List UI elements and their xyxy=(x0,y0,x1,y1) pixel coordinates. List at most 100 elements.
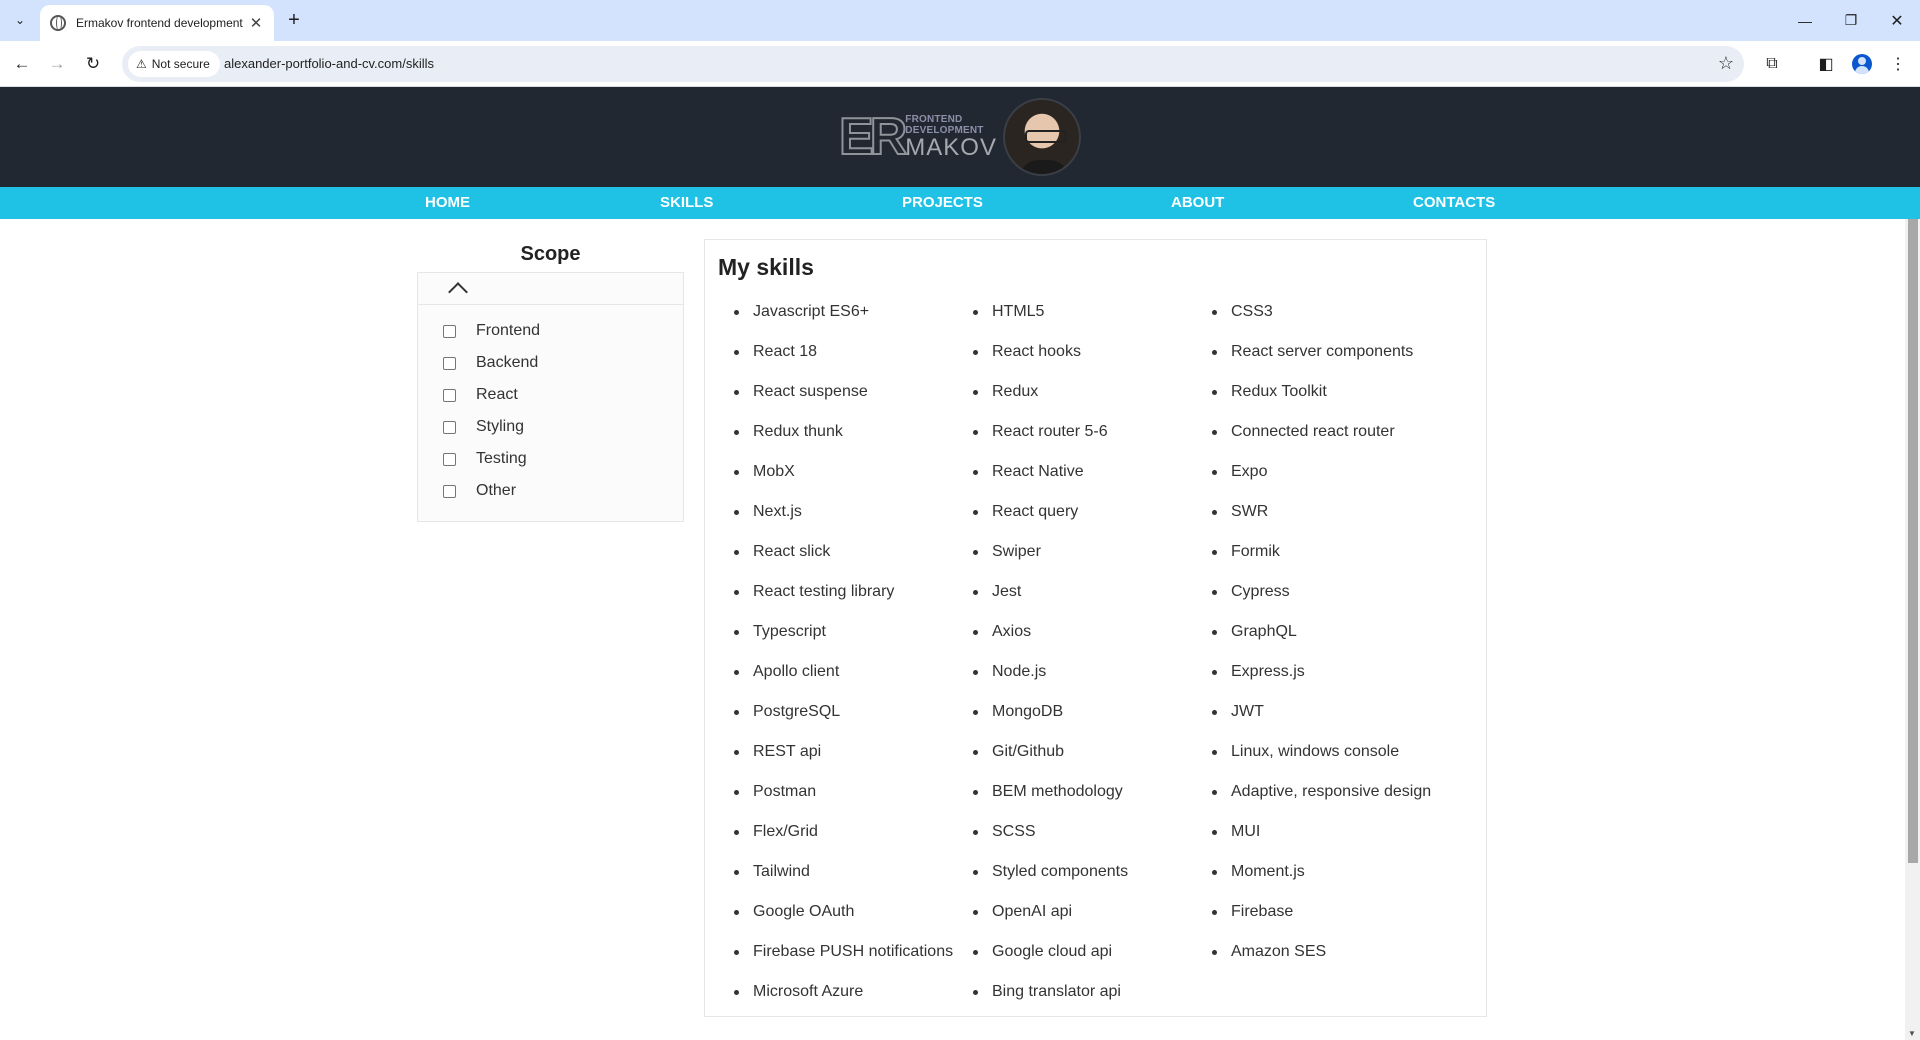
skill-item: Formik xyxy=(1205,532,1431,572)
skill-item: React hooks xyxy=(966,332,1128,372)
warning-triangle-icon: ⚠ xyxy=(136,57,147,71)
skills-column-3: CSS3 React server components Redux Toolkit… xyxy=(1205,292,1431,972)
close-tab-icon[interactable]: ✕ xyxy=(248,14,264,32)
reload-icon[interactable]: ↻ xyxy=(79,50,107,78)
browser-tab[interactable]: Ermakov frontend development ✕ xyxy=(40,5,274,41)
filter-checkbox[interactable] xyxy=(443,484,456,498)
filter-checkbox[interactable] xyxy=(443,388,456,402)
filter-label: Other xyxy=(476,482,517,499)
skill-item: GraphQL xyxy=(1205,612,1431,652)
main-nav: HOME SKILLS PROJECTS ABOUT CONTACTS xyxy=(0,187,1920,219)
filter-item[interactable]: Other xyxy=(418,475,683,507)
skill-item: MUI xyxy=(1205,812,1431,852)
skill-item: React testing library xyxy=(727,572,953,612)
skills-column-2: HTML5 React hooks Redux React router 5-6 Rea… xyxy=(966,292,1128,1012)
browser-toolbar: ← → ↻ ⚠ Not secure alexander-portfolio-a… xyxy=(0,41,1920,87)
skill-item: REST api xyxy=(727,732,953,772)
chevron-up-icon[interactable] xyxy=(431,277,468,302)
skill-item: Linux, windows console xyxy=(1205,732,1431,772)
skill-item: Swiper xyxy=(966,532,1128,572)
url-text[interactable]: alexander-portfolio-and-cv.com/skills xyxy=(224,56,434,71)
filter-list: Frontend Backend React Styling Testing Other xyxy=(418,305,683,507)
skill-item: MobX xyxy=(727,452,953,492)
skill-item: Moment.js xyxy=(1205,852,1431,892)
skill-item: React slick xyxy=(727,532,953,572)
filter-label: React xyxy=(476,386,518,403)
skill-item: OpenAI api xyxy=(966,892,1128,932)
skill-item: Git/Github xyxy=(966,732,1128,772)
nav-about[interactable]: ABOUT xyxy=(1171,187,1224,219)
minimize-icon[interactable]: — xyxy=(1782,0,1828,41)
nav-contacts[interactable]: CONTACTS xyxy=(1413,187,1495,219)
filter-item[interactable]: Styling xyxy=(418,411,683,443)
filter-checkbox[interactable] xyxy=(443,420,456,434)
skill-item: Bing translator api xyxy=(966,972,1128,1012)
skill-item: React router 5-6 xyxy=(966,412,1128,452)
close-window-icon[interactable]: ✕ xyxy=(1874,0,1920,41)
filter-label: Frontend xyxy=(476,322,541,339)
nav-projects[interactable]: PROJECTS xyxy=(902,187,983,219)
filter-item[interactable]: Frontend xyxy=(418,315,683,347)
author-photo xyxy=(1002,98,1081,176)
page-scrollbar[interactable]: ▼ xyxy=(1905,219,1920,1040)
scope-filter-box: Frontend Backend React Styling Testing Other xyxy=(417,272,684,522)
nav-home[interactable]: HOME xyxy=(425,187,470,219)
menu-kebab-icon[interactable]: ⋮ xyxy=(1884,50,1912,78)
filter-label: Testing xyxy=(476,450,527,467)
skill-item: JWT xyxy=(1205,692,1431,732)
scrollbar-thumb[interactable] xyxy=(1908,219,1918,863)
skill-item: Redux xyxy=(966,372,1128,412)
security-label: Not secure xyxy=(151,57,210,71)
scope-title: Scope xyxy=(520,243,581,265)
tab-title: Ermakov frontend development xyxy=(76,16,243,30)
skill-item: Styled components xyxy=(966,852,1128,892)
skill-item: React 18 xyxy=(727,332,953,372)
skill-item: SCSS xyxy=(966,812,1128,852)
profile-avatar-icon[interactable] xyxy=(1848,50,1876,78)
scroll-down-arrow-icon[interactable]: ▼ xyxy=(1908,1029,1916,1038)
skill-item: Firebase xyxy=(1205,892,1431,932)
scope-sidebar: Scope Frontend Backend React Styling Testing… xyxy=(417,232,684,522)
logo-subtitle-1: FRONTEND xyxy=(905,114,963,125)
security-chip[interactable]: ⚠ Not secure xyxy=(128,51,220,77)
new-tab-button[interactable]: + xyxy=(282,9,306,33)
collapse-toggle[interactable] xyxy=(418,273,683,305)
skill-item: Google OAuth xyxy=(727,892,953,932)
tab-search-chevron-icon[interactable]: ⌄ xyxy=(8,8,32,32)
filter-checkbox[interactable] xyxy=(443,356,456,370)
skill-item: React suspense xyxy=(727,372,953,412)
filter-item[interactable]: React xyxy=(418,379,683,411)
logo-letters: ER xyxy=(838,108,908,166)
bookmark-star-icon[interactable]: ☆ xyxy=(1718,53,1734,74)
skill-item: React query xyxy=(966,492,1128,532)
skill-item: Microsoft Azure xyxy=(727,972,953,1012)
skill-item: Redux thunk xyxy=(727,412,953,452)
filter-checkbox[interactable] xyxy=(443,452,456,466)
site-logo[interactable]: ER FRONTEND DEVELOPMENT MAKOV xyxy=(838,98,1081,176)
skill-item: CSS3 xyxy=(1205,292,1431,332)
skill-item: Postman xyxy=(727,772,953,812)
skill-item: Adaptive, responsive design xyxy=(1205,772,1431,812)
forward-arrow-icon[interactable]: → xyxy=(43,50,71,78)
filter-item[interactable]: Testing xyxy=(418,443,683,475)
skill-item: Tailwind xyxy=(727,852,953,892)
skill-item: React Native xyxy=(966,452,1128,492)
address-bar[interactable]: ⚠ Not secure alexander-portfolio-and-cv.… xyxy=(122,46,1744,82)
side-panel-icon[interactable]: ◧ xyxy=(1812,50,1840,78)
skill-item: BEM methodology xyxy=(966,772,1128,812)
skills-panel: My skills Javascript ES6+ React 18 React s… xyxy=(704,239,1487,1017)
nav-skills[interactable]: SKILLS xyxy=(660,187,713,219)
skill-item: Redux Toolkit xyxy=(1205,372,1431,412)
back-arrow-icon[interactable]: ← xyxy=(8,50,36,78)
skill-item: Apollo client xyxy=(727,652,953,692)
filter-label: Backend xyxy=(476,354,539,371)
skill-item: Axios xyxy=(966,612,1128,652)
extensions-puzzle-icon[interactable]: ⧉ xyxy=(1758,50,1786,78)
restore-icon[interactable]: ❐ xyxy=(1828,0,1874,41)
skill-item: Amazon SES xyxy=(1205,932,1431,972)
filter-label: Styling xyxy=(476,418,525,435)
skill-item: Expo xyxy=(1205,452,1431,492)
filter-item[interactable]: Backend xyxy=(418,347,683,379)
filter-checkbox[interactable] xyxy=(443,324,456,338)
skill-item: Next.js xyxy=(727,492,953,532)
